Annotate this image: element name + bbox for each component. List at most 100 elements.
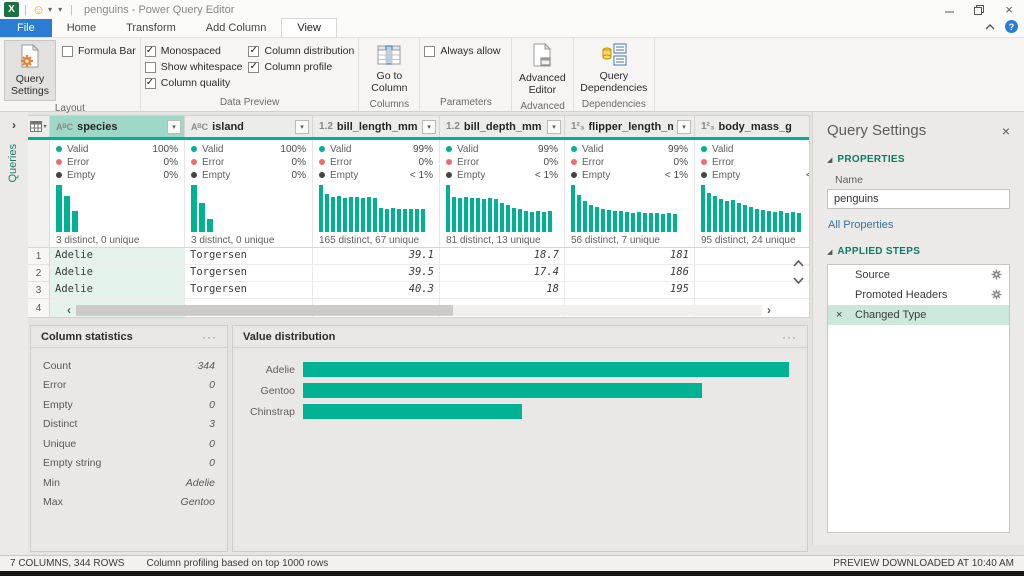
cell-flipper-length[interactable]: 195 <box>565 282 695 299</box>
tab-view[interactable]: View <box>281 18 337 37</box>
step-settings-gear-icon[interactable] <box>991 289 1002 300</box>
row-number: 1 <box>28 248 50 265</box>
group-label-data-preview: Data Preview <box>145 95 355 111</box>
step-changed-type-selected[interactable]: × Changed Type <box>828 305 1009 325</box>
cell-flipper-length[interactable]: 186 <box>565 265 695 282</box>
select-all-corner-button[interactable]: ▾ <box>28 116 50 137</box>
scroll-down-icon[interactable] <box>793 277 804 284</box>
filter-dropdown-icon[interactable] <box>422 120 436 134</box>
query-settings-button[interactable]: Query Settings <box>4 40 56 101</box>
filter-dropdown-icon[interactable] <box>547 120 561 134</box>
properties-section-header[interactable]: ◢ PROPERTIES <box>827 154 1010 165</box>
collapse-ribbon-icon[interactable] <box>985 24 995 30</box>
column-header-body-mass[interactable]: 1²₃ body_mass_g <box>695 116 809 137</box>
monospaced-checkbox[interactable]: Monospaced <box>145 45 243 57</box>
cell-bill-length[interactable]: 39.1 <box>313 248 440 265</box>
horizontal-scroll-track[interactable] <box>76 305 762 316</box>
profiling-info[interactable]: Column profiling based on top 1000 rows <box>146 558 328 569</box>
tab-home[interactable]: Home <box>52 19 111 37</box>
title-bar: X | ☺ ▾ ▾ | penguins - Power Query Edito… <box>0 0 1024 19</box>
column-header-species[interactable]: AᴮC species <box>50 116 185 137</box>
query-dependencies-button[interactable]: Query Dependencies <box>578 40 650 97</box>
horizontal-scroll-thumb[interactable] <box>76 305 453 316</box>
help-icon[interactable]: ? <box>1005 20 1018 33</box>
column-name: bill_length_mm <box>337 121 418 133</box>
quality-bill-length: Valid99% Error0% Empty< 1% 165 distinct,… <box>313 140 440 247</box>
more-options-icon[interactable]: ··· <box>202 333 217 341</box>
cell-island[interactable]: Torgersen <box>185 248 313 265</box>
distinct-summary: 81 distinct, 13 unique <box>446 235 558 246</box>
smiley-dropdown-icon[interactable]: ▾ <box>48 5 52 14</box>
horizontal-scrollbar[interactable]: ‹ › <box>62 303 776 317</box>
cell-bill-depth[interactable]: 17.4 <box>440 265 565 282</box>
collapse-triangle-icon: ◢ <box>827 248 832 256</box>
column-profile-checkbox[interactable]: Column profile <box>248 61 354 73</box>
grid-header-row: ▾ AᴮC species AᴮC island 1.2 bill_length… <box>28 116 809 140</box>
cell-bill-length[interactable]: 39.5 <box>313 265 440 282</box>
titlebar-divider: | <box>24 4 27 16</box>
column-name: species <box>77 121 117 133</box>
cell-species[interactable]: Adelie <box>50 265 185 282</box>
ribbon-group-advanced: Advanced Editor Advanced <box>512 38 573 111</box>
more-options-icon[interactable]: ··· <box>782 333 797 341</box>
cell-island[interactable]: Torgersen <box>185 265 313 282</box>
step-settings-gear-icon[interactable] <box>991 269 1002 280</box>
filter-dropdown-icon[interactable] <box>677 120 691 134</box>
empty-dot-icon <box>191 172 197 178</box>
queries-pane-label[interactable]: Queries <box>7 144 19 183</box>
whole-number-type-icon: 1²₃ <box>571 121 585 132</box>
go-to-column-icon <box>377 43 401 67</box>
cell-species[interactable]: Adelie <box>50 248 185 265</box>
empty-dot-icon <box>446 172 452 178</box>
step-source[interactable]: Source <box>828 265 1009 285</box>
applied-steps-section-header[interactable]: ◢ APPLIED STEPS <box>827 246 1010 257</box>
scroll-up-icon[interactable] <box>793 260 804 267</box>
column-header-bill-length[interactable]: 1.2 bill_length_mm <box>313 116 440 137</box>
minimize-button[interactable] <box>934 0 964 19</box>
stat-row: MinAdelie <box>43 473 215 493</box>
filter-dropdown-icon[interactable] <box>167 120 181 134</box>
filter-dropdown-icon[interactable] <box>295 120 309 134</box>
show-whitespace-checkbox[interactable]: Show whitespace <box>145 61 243 73</box>
column-header-bill-depth[interactable]: 1.2 bill_depth_mm <box>440 116 565 137</box>
tab-transform[interactable]: Transform <box>111 19 191 37</box>
cell-bill-depth[interactable]: 18 <box>440 282 565 299</box>
go-to-column-button[interactable]: Go to Column <box>363 40 415 97</box>
column-header-flipper-length[interactable]: 1²₃ flipper_length_mm <box>565 116 695 137</box>
row-number: 2 <box>28 265 50 282</box>
column-distribution-checkbox[interactable]: Column distribution <box>248 45 354 57</box>
stat-row: Empty string0 <box>43 454 215 474</box>
restore-button[interactable] <box>964 0 994 19</box>
column-quality-checkbox[interactable]: Column quality <box>145 77 243 89</box>
valid-dot-icon <box>56 146 62 152</box>
row-number: 3 <box>28 282 50 299</box>
query-name-input[interactable] <box>827 189 1010 209</box>
cell-body-mass[interactable] <box>695 282 809 299</box>
all-properties-link[interactable]: All Properties <box>828 219 1010 231</box>
close-panel-icon[interactable]: × <box>1002 123 1010 139</box>
delete-step-icon[interactable]: × <box>836 305 842 325</box>
cell-bill-length[interactable]: 40.3 <box>313 282 440 299</box>
tab-file[interactable]: File <box>0 19 52 37</box>
quick-access-customize-icon[interactable]: ▾ <box>58 5 62 14</box>
column-statistics-title: Column statistics <box>41 331 133 343</box>
restore-icon <box>974 5 984 15</box>
column-header-island[interactable]: AᴮC island <box>185 116 313 137</box>
always-allow-checkbox[interactable]: Always allow <box>424 45 500 57</box>
tab-add-column[interactable]: Add Column <box>191 19 282 37</box>
step-promoted-headers[interactable]: Promoted Headers <box>828 285 1009 305</box>
formula-bar-checkbox[interactable]: Formula Bar <box>62 45 136 57</box>
close-button[interactable]: × <box>994 0 1024 19</box>
query-settings-icon <box>18 44 42 70</box>
advanced-editor-button[interactable]: Advanced Editor <box>516 40 568 99</box>
cell-island[interactable]: Torgersen <box>185 282 313 299</box>
cell-bill-depth[interactable]: 18.7 <box>440 248 565 265</box>
scroll-right-icon[interactable]: › <box>762 303 776 317</box>
cell-flipper-length[interactable]: 181 <box>565 248 695 265</box>
properties-label: PROPERTIES <box>837 154 904 165</box>
cell-species[interactable]: Adelie <box>50 282 185 299</box>
smiley-feedback-icon[interactable]: ☺ <box>32 3 45 16</box>
empty-dot-icon <box>701 172 707 178</box>
expand-queries-icon[interactable]: › <box>0 112 28 132</box>
scroll-left-icon[interactable]: ‹ <box>62 303 76 317</box>
